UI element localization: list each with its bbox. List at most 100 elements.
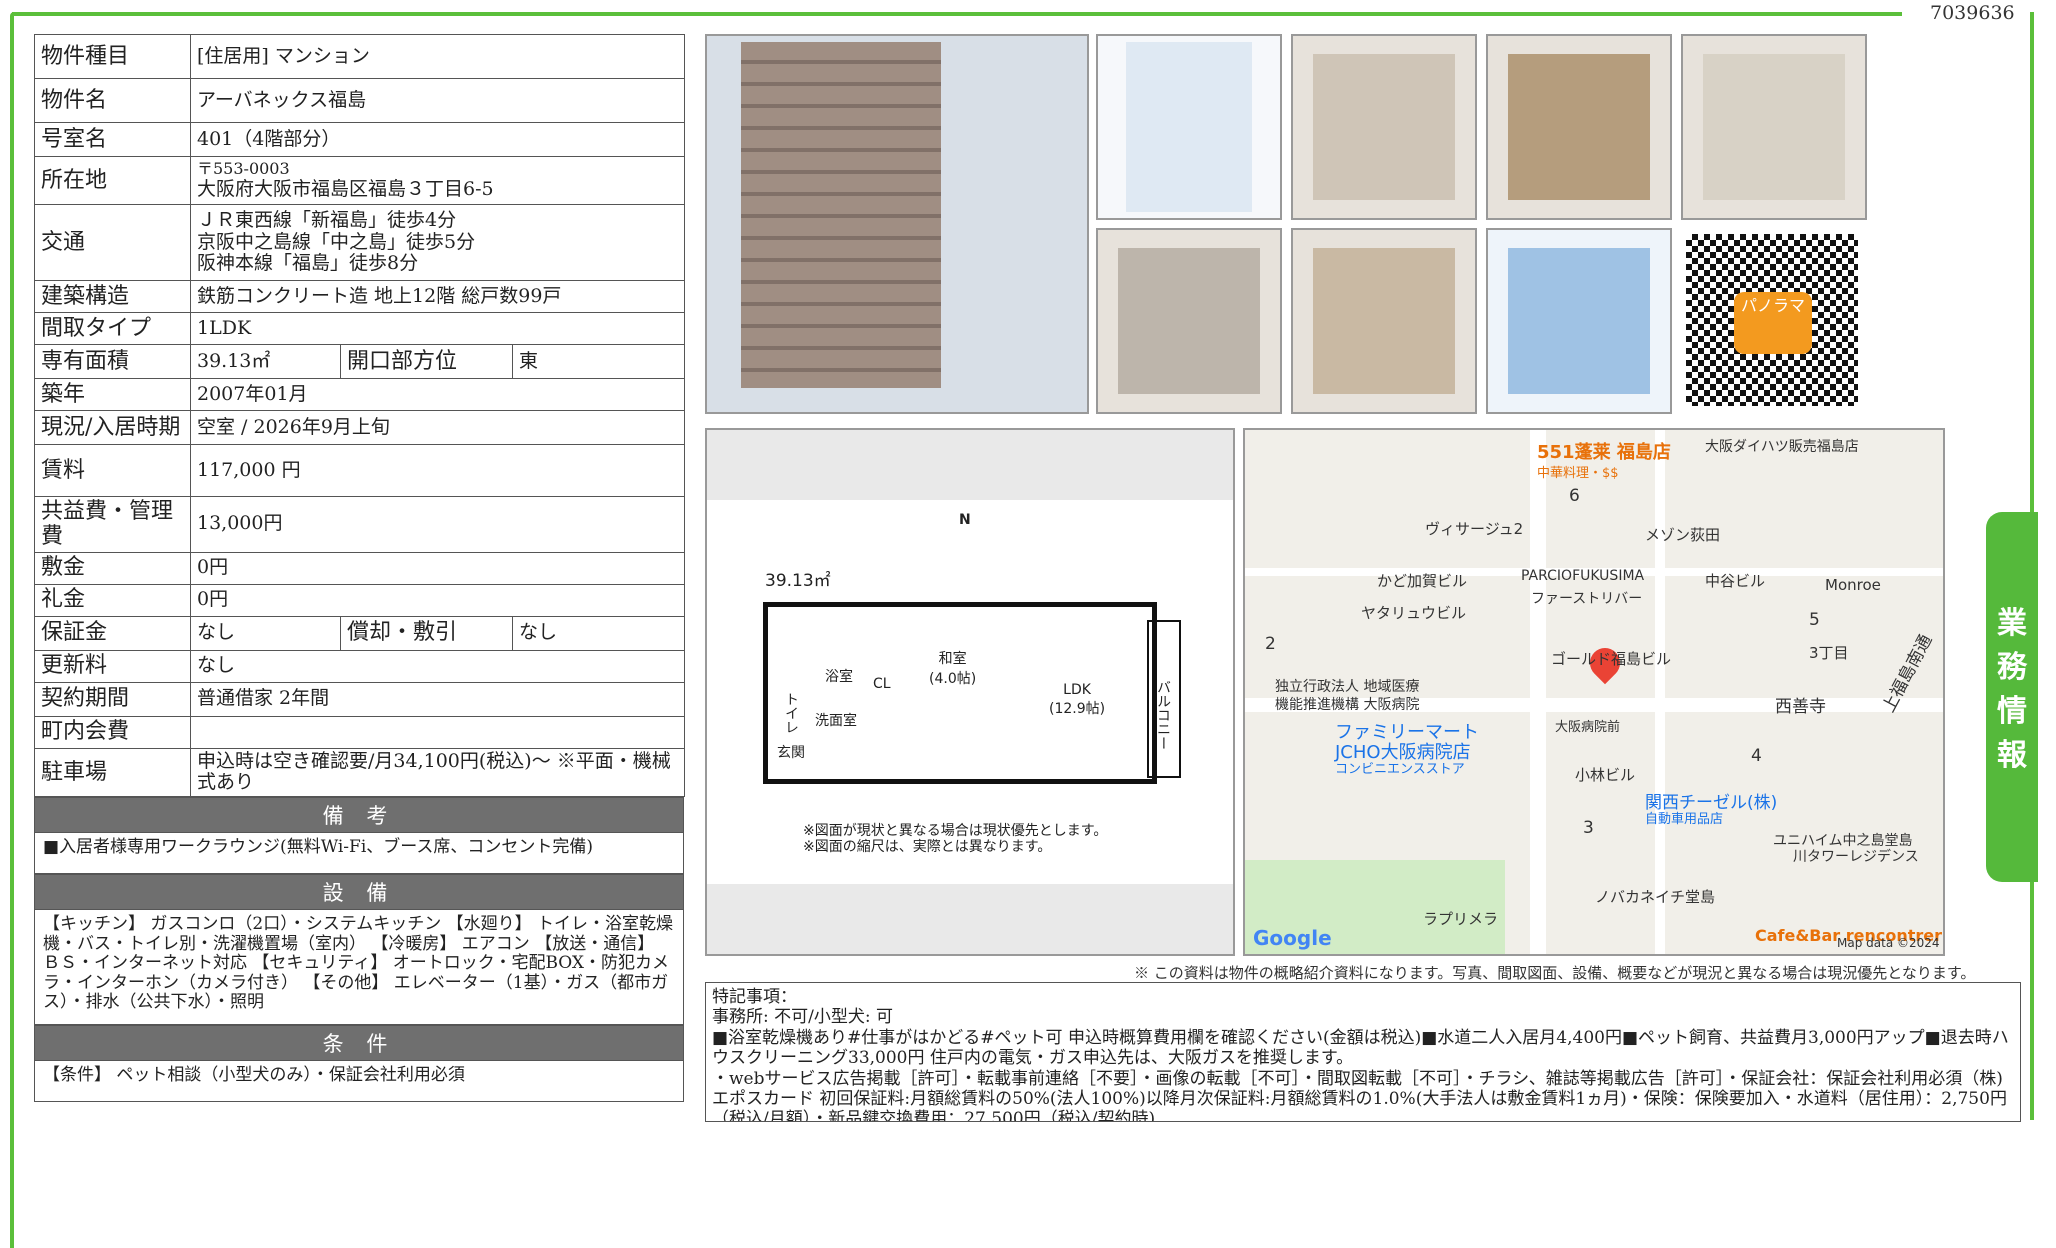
- conditions-text: 【条件】 ペット相談（小型犬のみ）・保証会社利用必須: [34, 1061, 684, 1103]
- room-number: 401（4階部分）: [189, 122, 686, 157]
- spec-label: 賃料: [34, 444, 191, 497]
- plan-note: ※図面の縮尺は、実際とは異なります。: [803, 839, 1052, 855]
- property-type: [住居用] マンション: [189, 34, 686, 79]
- map-label: PARCIOFUKUSIMA: [1521, 568, 1645, 584]
- postal-code: 〒553-0003: [197, 159, 290, 179]
- guarantee: なし: [190, 615, 341, 651]
- document-page: 7039636 物件種目 [住居用] マンション 物件名 アーバネックス福島 号室名…: [0, 0, 2056, 1248]
- spec-panel: 物件種目 [住居用] マンション 物件名 アーバネックス福島 号室名 401（4階部分…: [34, 34, 686, 1103]
- building-illustration: [741, 42, 941, 388]
- opening-direction: 東: [511, 344, 686, 379]
- google-logo: Google: [1253, 926, 1332, 950]
- disclaimer: ※ この資料は物件の概略紹介資料になります。写真、間取図面、設備、概要などが現況…: [1134, 964, 1976, 982]
- spec-label: 礼金: [34, 583, 191, 617]
- location-map[interactable]: 551蓬莱 福島店 中華料理・$$ 大阪ダイハツ販売福島店 ヴィサージュ2 メゾ…: [1243, 428, 1945, 956]
- map-label: 西善寺: [1775, 697, 1826, 717]
- panorama-badge: パノラマ: [1734, 292, 1812, 354]
- internet-flyer: [1486, 228, 1672, 414]
- special-line: ・webサービス広告掲載［許可］・転載事前連絡［不要］・画像の転載［不可］・間取…: [712, 1068, 2007, 1122]
- cl-label: CL: [873, 676, 891, 692]
- floor-area: 39.13㎡: [190, 344, 341, 379]
- ldk-label: LDK (12.9帖): [1049, 682, 1106, 717]
- map-label: 自動車用品店: [1645, 812, 1724, 827]
- spec-label: 物件名: [34, 78, 191, 123]
- map-label: ノバカネイチ堂島: [1595, 888, 1716, 906]
- map-label: ファーストリバー: [1531, 591, 1643, 607]
- spec-label: 建築構造: [34, 280, 191, 313]
- wash-label: 洗面室: [815, 713, 857, 729]
- side-tab-label: 業務情報: [1997, 606, 2027, 773]
- spec-label: 契約期間: [34, 681, 191, 717]
- rent: 117,000 円: [189, 444, 686, 497]
- map-label: ラプリメラ: [1423, 910, 1499, 928]
- special-line: ■浴室乾燥機あり#仕事がはかどる#ペット可 申込時概算費用欄を確認ください(金額…: [712, 1027, 2009, 1069]
- frame-border-left: [10, 12, 14, 1248]
- facilities-text: 【キッチン】 ガスコンロ（2口）・システムキッチン 【水廻り】 トイレ・浴室乾燥…: [34, 910, 684, 1026]
- flyer-thumbnail: [1096, 34, 1282, 220]
- north-icon: N: [959, 512, 971, 528]
- map-label: 川タワーレジデンス: [1793, 849, 1919, 865]
- room-photo: [1291, 228, 1477, 414]
- map-label: 小林ビル: [1575, 766, 1636, 784]
- map-label: 大阪病院前: [1555, 720, 1621, 735]
- spec-label: 間取タイプ: [34, 312, 191, 345]
- spec-label: 号室名: [34, 122, 191, 157]
- map-label: 3丁目: [1809, 644, 1849, 662]
- address: 大阪府大阪市福島区福島３丁目6-5: [197, 177, 494, 200]
- spec-label: 償却・敷引: [340, 615, 513, 651]
- spec-label: 現況/入居時期: [34, 410, 191, 445]
- spec-label: 築年: [34, 378, 191, 411]
- floor-plan: N 39.13㎡ 和室 (4.0帖) LDK (12.9帖) バルコニー 浴室 …: [705, 428, 1235, 956]
- business-info-tab[interactable]: 業務情報: [1986, 512, 2038, 882]
- key-money: 0円: [189, 583, 686, 617]
- access-line: ＪＲ東西線「新福島」徒歩4分: [197, 208, 457, 231]
- frame-border-top: [12, 12, 1902, 16]
- spec-label: 保証金: [34, 615, 191, 651]
- access-line: 京阪中之島線「中之島」徒歩5分: [197, 230, 476, 253]
- panorama-qr-code[interactable]: パノラマ: [1686, 234, 1858, 406]
- balcony-label: バルコニー: [1155, 680, 1171, 750]
- map-label: ゴールド福島ビル: [1551, 650, 1672, 668]
- community-fee: [189, 715, 686, 749]
- parking: 申込時は空き確認要/月34,100円(税込)～ ※平面・機械式あり: [189, 747, 686, 798]
- map-label: 独立行政法人 地域医療: [1275, 679, 1420, 695]
- spec-label: 開口部方位: [340, 344, 513, 379]
- amortization: なし: [511, 615, 686, 651]
- building-photo: [705, 34, 1089, 414]
- availability: 空室 / 2026年9月上旬: [189, 410, 686, 445]
- map-label: 551蓬莱 福島店: [1537, 442, 1671, 463]
- block-number: 6: [1569, 486, 1580, 506]
- remarks-heading: 備 考: [34, 797, 684, 834]
- spec-label: 更新料: [34, 649, 191, 683]
- map-label: メゾン荻田: [1645, 526, 1721, 544]
- block-number: 2: [1265, 634, 1276, 654]
- map-label: 中谷ビル: [1705, 572, 1766, 590]
- map-label: Monroe: [1825, 576, 1881, 594]
- map-label: ヴィサージュ2: [1425, 520, 1524, 538]
- map-label: 大阪ダイハツ販売福島店: [1705, 439, 1859, 455]
- special-notes: 特記事項： 事務所: 不可/小型犬: 可 ■浴室乾燥機あり#仕事がはかどる#ペッ…: [705, 982, 2021, 1122]
- management-fee: 13,000円: [189, 496, 686, 553]
- block-number: 5: [1809, 610, 1820, 630]
- spec-table: 物件種目 [住居用] マンション 物件名 アーバネックス福島 号室名 401（4階部分…: [34, 34, 686, 798]
- map-attribution: Map data ©2024: [1837, 936, 1940, 950]
- special-line: 事務所: 不可/小型犬: 可: [712, 1007, 893, 1028]
- remarks-text: ■入居者様専用ワークラウンジ(無料Wi-Fi、ブース席、コンセント完備): [34, 833, 684, 875]
- contract-term: 普通借家 2年間: [189, 681, 686, 717]
- spec-label: 共益費・管理費: [34, 496, 191, 553]
- entrance-label: 玄関: [777, 745, 805, 761]
- lounge-photo: [1486, 34, 1672, 220]
- facilities-heading: 設 備: [34, 874, 684, 911]
- access-line: 阪神本線「福島」徒歩8分: [197, 252, 419, 275]
- washitsu-label: 和室 (4.0帖): [929, 651, 977, 687]
- spec-label: 駐車場: [34, 747, 191, 798]
- layout-type: 1LDK: [189, 312, 686, 345]
- map-label: 中華料理・$$: [1537, 466, 1619, 481]
- spec-label: 物件種目: [34, 34, 191, 79]
- deposit: 0円: [189, 551, 686, 585]
- block-number: 4: [1751, 746, 1762, 766]
- map-label: かど加賀ビル: [1377, 572, 1468, 590]
- map-label: 機能推進機構 大阪病院: [1275, 697, 1420, 713]
- lounge-photo: [1291, 34, 1477, 220]
- built-year: 2007年01月: [189, 378, 686, 411]
